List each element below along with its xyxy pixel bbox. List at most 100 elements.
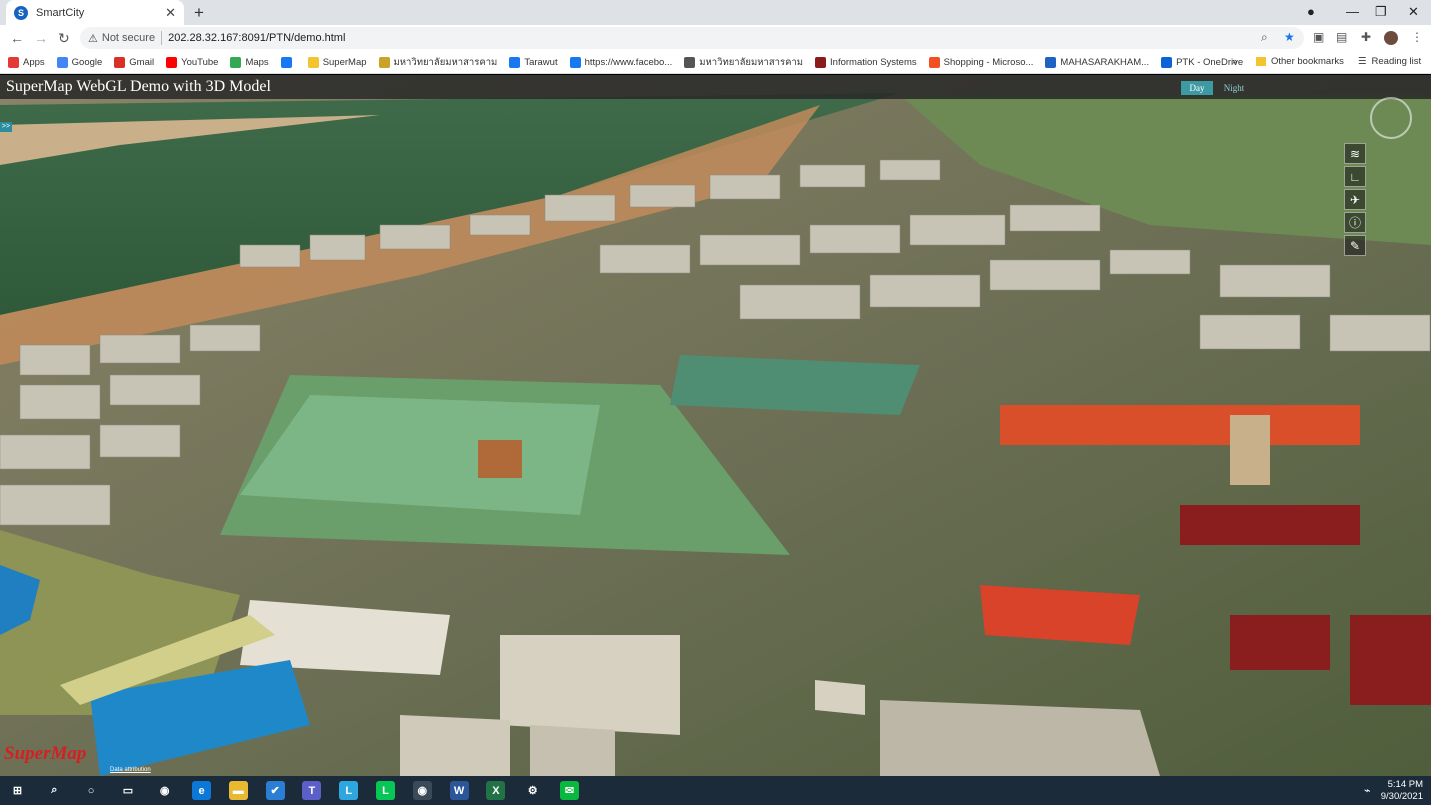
other-bookmarks[interactable]: Other bookmarks (1256, 56, 1344, 67)
upper-pond (670, 355, 920, 415)
line-icon[interactable]: L (376, 781, 395, 800)
facebook-icon (569, 57, 581, 68)
security-label[interactable]: Not secure (102, 32, 155, 44)
bookmark-item[interactable]: Gmail (114, 57, 154, 68)
close-window-icon[interactable]: ✕ (1408, 4, 1419, 20)
chrome-icon[interactable]: ◉ (155, 781, 175, 800)
back-icon[interactable]: ← (10, 30, 24, 46)
supermap-logo: SuperMap (4, 743, 87, 764)
meet-extension-icon[interactable]: ▤ (1336, 30, 1347, 44)
address-toolbar: ← → ↻ ⚠ Not secure 202.28.32.167:8091/PT… (0, 25, 1431, 52)
panel-expander-button[interactable]: >> (0, 122, 12, 132)
layers-icon[interactable]: ≋ (1344, 143, 1366, 164)
extension-icon[interactable]: ▣ (1313, 30, 1324, 44)
teams-icon[interactable]: T (302, 781, 322, 800)
flight-icon[interactable]: ✈ (1344, 189, 1366, 210)
reload-icon[interactable]: ↻ (58, 30, 70, 47)
info-icon[interactable]: ⓘ (1344, 212, 1366, 233)
cortana-icon[interactable]: ○ (81, 781, 101, 800)
measure-icon[interactable]: ∟ (1344, 166, 1366, 187)
app-title: SuperMap WebGL Demo with 3D Model (6, 78, 271, 95)
emblem-icon (815, 57, 827, 68)
tab-title: SmartCity (36, 6, 85, 19)
warning-icon[interactable]: ⚠ (88, 32, 98, 45)
bookmark-item[interactable]: Apps (8, 57, 45, 68)
bookmark-item[interactable]: YouTube (166, 57, 218, 68)
minimize-icon[interactable]: — (1346, 4, 1359, 19)
bookmark-item[interactable]: มหาวิทยาลัยมหาสารคาม (684, 55, 803, 70)
calendar-icon (1045, 57, 1057, 68)
profile-avatar[interactable] (1384, 31, 1398, 45)
map-viewport[interactable]: SuperMap WebGL Demo with 3D Model Day Ni… (0, 75, 1431, 776)
edge-icon[interactable]: e (192, 781, 211, 800)
zoom-icon[interactable]: ⌕ (1261, 30, 1268, 45)
data-attribution-link[interactable]: Data attribution (110, 767, 151, 773)
address-bar[interactable]: ⚠ Not secure 202.28.32.167:8091/PTN/demo… (80, 27, 1304, 49)
bookmark-item[interactable]: Shopping - Microso... (928, 57, 1034, 68)
bookmark-item[interactable]: MAHASARAKHAM... (1045, 57, 1149, 68)
bookmark-item[interactable] (280, 57, 296, 68)
bookmark-item[interactable]: มหาวิทยาลัยมหาสารคาม (378, 55, 497, 70)
excel-icon[interactable]: X (486, 781, 506, 800)
bookmark-label: SuperMap (322, 57, 367, 68)
bookmark-item[interactable]: PTK - OneDrive (1161, 57, 1243, 68)
forward-icon[interactable]: → (34, 30, 48, 46)
more-bookmarks-button[interactable]: » (1232, 56, 1237, 67)
bookmark-label: YouTube (181, 57, 219, 68)
new-tab-button[interactable]: + (194, 3, 204, 23)
bookmark-label: Shopping - Microso... (943, 57, 1034, 68)
clock-time: 5:14 PM (1387, 779, 1423, 790)
word-icon[interactable]: W (449, 781, 469, 800)
omnibox-divider (161, 31, 163, 45)
profile-menu-icon[interactable]: ● (1307, 4, 1315, 19)
todo-icon[interactable]: ✔ (265, 781, 285, 800)
day-mode-button[interactable]: Day (1181, 81, 1213, 95)
bookmark-label: Gmail (129, 57, 155, 68)
browser-tab[interactable]: S SmartCity ✕ (6, 0, 184, 25)
bookmark-item[interactable]: SuperMap (307, 57, 367, 68)
university-icon (378, 57, 390, 68)
reading-list-icon: ☰ (1358, 56, 1367, 67)
gmail-icon (114, 57, 126, 68)
chrome-active-icon[interactable]: ◉ (412, 781, 432, 800)
tab-close-icon[interactable]: ✕ (165, 5, 176, 21)
system-clock[interactable]: 5:14 PM 9/30/2021 (1381, 779, 1423, 803)
bookmark-label: Maps (245, 57, 269, 68)
url-text[interactable]: 202.28.32.167:8091/PTN/demo.html (168, 32, 345, 44)
maps-icon (230, 57, 242, 68)
smartcity-favicon-icon: S (14, 5, 28, 20)
bookmark-item[interactable]: Maps (230, 57, 269, 68)
bookmark-label: Tarawut (524, 57, 558, 68)
facebook-icon (280, 57, 292, 68)
windows-start-icon[interactable]: ⊞ (8, 781, 27, 800)
bookmark-item[interactable]: Information Systems (815, 57, 917, 68)
restore-icon[interactable]: ❐ (1375, 4, 1387, 20)
compass-icon[interactable] (1368, 95, 1414, 141)
onedrive-icon (1161, 57, 1173, 68)
app-header-bar: SuperMap WebGL Demo with 3D Model Day Ni… (0, 75, 1431, 99)
l-app-icon[interactable]: L (339, 781, 359, 800)
night-mode-button[interactable]: Night (1217, 81, 1251, 95)
map-toolbar: ≋ ∟ ✈ ⓘ ✎ (1344, 143, 1368, 258)
folder-icon (1256, 57, 1266, 66)
chrome-menu-icon[interactable]: ⋮ (1411, 30, 1423, 44)
settings-icon[interactable]: ⚙ (523, 781, 543, 800)
task-view-icon[interactable]: ▭ (118, 781, 138, 800)
wechat-icon[interactable]: ✉ (560, 781, 579, 800)
file-explorer-icon[interactable]: ▬ (228, 781, 248, 800)
search-icon[interactable]: ⌕ (44, 781, 64, 800)
reading-list-label: Reading list (1371, 56, 1422, 67)
bookmark-item[interactable]: Tarawut (509, 57, 558, 68)
other-bookmarks-label: Other bookmarks (1271, 56, 1344, 67)
network-icon[interactable]: ⌁ (1364, 784, 1371, 797)
bookmarks-bar: Apps Google Gmail YouTube Maps SuperMap มหาวิท… (0, 52, 1431, 74)
central-tower-building (478, 440, 522, 478)
draw-icon[interactable]: ✎ (1344, 235, 1366, 256)
extensions-puzzle-icon[interactable]: ✚ (1361, 30, 1371, 44)
3d-city-scene[interactable] (0, 75, 1431, 776)
bookmark-star-icon[interactable]: ★ (1284, 30, 1295, 44)
bookmark-item[interactable]: https://www.facebo... (569, 57, 672, 68)
google-icon (56, 57, 68, 68)
reading-list[interactable]: ☰ Reading list (1358, 56, 1421, 67)
bookmark-item[interactable]: Google (56, 57, 102, 68)
